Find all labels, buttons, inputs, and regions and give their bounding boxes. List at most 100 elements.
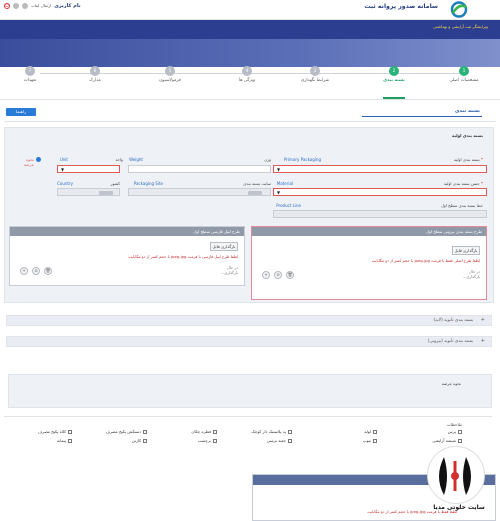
checkbox-label: کلاه پکیج مصرف bbox=[37, 429, 66, 434]
checkbox-label: پیمانه bbox=[56, 438, 66, 443]
step-label: ویژگی ها bbox=[238, 78, 256, 83]
checkbox[interactable] bbox=[458, 438, 462, 443]
upload-title: طرح لیبل فارسی سطح اول bbox=[10, 227, 244, 236]
weight-input[interactable] bbox=[128, 165, 271, 173]
checkbox-item[interactable]: لوله bbox=[364, 429, 377, 434]
step-storage[interactable]: 3 شرایط نگهداری bbox=[285, 66, 345, 83]
divider bbox=[4, 121, 496, 122]
checkbox[interactable] bbox=[68, 429, 72, 434]
step-documents[interactable]: 6 مدارک bbox=[65, 66, 125, 83]
checkbox[interactable] bbox=[373, 429, 377, 434]
checkbox-item[interactable]: جعبه تزئینی bbox=[267, 438, 292, 443]
product-line-label-fa: خط بسته بندی سطح اول bbox=[440, 203, 483, 208]
notification-icon[interactable] bbox=[13, 2, 19, 9]
checkbox-item[interactable]: پرس bbox=[448, 429, 462, 434]
checkbox-label: کارتن bbox=[131, 438, 141, 443]
checkbox[interactable] bbox=[373, 438, 377, 443]
checkbox[interactable] bbox=[143, 438, 147, 443]
checkbox[interactable] bbox=[213, 438, 217, 443]
secondary-packaging-section[interactable]: + بسته بندی ثانویه (لایه) bbox=[6, 315, 492, 326]
outer-packaging-section[interactable]: + بسته بندی ثانویه (بیرونی) bbox=[6, 336, 492, 347]
primary-packaging-panel: بسته بندی اولیه * بسته بندی اولیه Primar… bbox=[4, 127, 494, 303]
upload-file-button[interactable]: بارگذاری فایل bbox=[452, 246, 480, 255]
step-features[interactable]: 4 ویژگی ها bbox=[217, 66, 277, 83]
weight-label-en: Weight bbox=[129, 157, 143, 162]
upload-status: در حال بارگذاری... bbox=[220, 265, 238, 275]
sub-banner bbox=[0, 39, 500, 67]
packaging-site-label-en: Packaging Site bbox=[133, 181, 163, 186]
step-packaging[interactable]: 2 بسته بندی bbox=[364, 66, 424, 83]
block-icon[interactable]: ⊘ bbox=[274, 271, 282, 279]
expand-icon[interactable]: + bbox=[481, 317, 485, 323]
steps-divider bbox=[0, 99, 500, 100]
unit-select[interactable]: ▼ bbox=[57, 165, 120, 173]
checkbox-item[interactable]: تیوپ bbox=[363, 438, 377, 443]
block-icon[interactable]: ⊘ bbox=[32, 267, 40, 275]
checkbox[interactable] bbox=[458, 429, 462, 434]
country-field bbox=[57, 188, 120, 196]
packaging-site-label-fa: سایت بسته بندی bbox=[243, 181, 271, 186]
user-role: ارسال ایتات bbox=[31, 3, 52, 8]
step-number: 1 bbox=[459, 66, 469, 76]
checklist-title: ملاحظات bbox=[446, 422, 462, 427]
add-icon[interactable]: + bbox=[262, 271, 270, 279]
chevron-down-icon: ▼ bbox=[277, 190, 281, 195]
section-title: بسته بندی bbox=[454, 108, 480, 114]
checkbox[interactable] bbox=[288, 429, 292, 434]
checkbox-label: دستکش پکیج مصرف bbox=[105, 429, 141, 434]
checkbox-item[interactable]: شیشه آرایشی bbox=[432, 438, 462, 443]
step-commitments[interactable]: 7 تعهدات bbox=[0, 66, 60, 83]
delete-icon[interactable]: 🗑 bbox=[44, 267, 52, 275]
step-formulation[interactable]: 5 فرمولاسیون bbox=[140, 66, 200, 83]
checkbox-item[interactable]: پیمانه bbox=[57, 438, 72, 443]
step-main-info[interactable]: 1 مشخصات اصلی bbox=[434, 66, 494, 83]
user-name[interactable]: نام کاربری bbox=[54, 3, 80, 9]
radio-icon[interactable] bbox=[36, 157, 41, 162]
help-button[interactable]: راهنما bbox=[6, 108, 36, 116]
top-bar: سامانه صدور پروانه ثبت ⏻ ارسال ایتات نام… bbox=[0, 0, 500, 20]
upload-note: لطفا طرح اصلی فقط با فرمت jpeg-jpg با حج… bbox=[371, 258, 480, 263]
step-label: مدارک bbox=[89, 78, 101, 83]
material-select[interactable]: ▼ bbox=[273, 188, 487, 196]
description-box[interactable]: نحوه عرضه bbox=[8, 374, 492, 408]
checkbox-label: لوله bbox=[364, 429, 371, 434]
checkbox-item[interactable]: قطره چکان bbox=[191, 429, 217, 434]
checkbox[interactable] bbox=[213, 429, 217, 434]
expand-icon[interactable]: + bbox=[481, 338, 485, 344]
checkbox-label: پرس bbox=[447, 429, 456, 434]
product-line-label-en: Product Line bbox=[276, 203, 301, 208]
checkbox-item[interactable]: پد پلاستیک دار کوچک bbox=[251, 429, 292, 434]
add-icon[interactable]: + bbox=[20, 267, 28, 275]
user-icon[interactable] bbox=[22, 2, 28, 9]
checkbox[interactable] bbox=[288, 438, 292, 443]
redacted-value bbox=[99, 191, 113, 195]
section-title-underline bbox=[362, 116, 482, 117]
step-label: شرایط نگهداری bbox=[300, 78, 330, 83]
step-number: 7 bbox=[25, 66, 35, 76]
checkbox-item[interactable]: کلاه پکیج مصرف bbox=[38, 429, 72, 434]
upload-title: طرح بسته بندی بیرونی سطح اول bbox=[252, 227, 486, 236]
outer-design-upload: طرح بسته بندی بیرونی سطح اول بارگذاری فا… bbox=[251, 226, 487, 300]
primary-packaging-select[interactable]: ▼ bbox=[273, 165, 487, 173]
checkbox-item[interactable]: دستکش پکیج مصرف bbox=[106, 429, 147, 434]
checkbox[interactable] bbox=[68, 438, 72, 443]
checkbox-item[interactable]: کارتن bbox=[132, 438, 147, 443]
upload-file-button[interactable]: بارگذاری فایل bbox=[210, 242, 238, 251]
checkbox-label: تیوپ bbox=[362, 438, 371, 443]
delete-icon[interactable]: 🗑 bbox=[286, 271, 294, 279]
user-area: ⏻ ارسال ایتات نام کاربری bbox=[4, 1, 81, 10]
step-label: بسته بندی bbox=[383, 78, 405, 83]
power-icon[interactable]: ⏻ bbox=[4, 2, 10, 9]
redacted-value bbox=[248, 191, 262, 195]
description-label: نحوه عرضه bbox=[441, 381, 461, 386]
logo-icon bbox=[450, 1, 468, 18]
checkbox-label: شیشه آرایشی bbox=[432, 438, 456, 443]
unit-label-en: Unit bbox=[59, 157, 68, 162]
material-label-fa: جنس بسته بندی اولیه bbox=[443, 181, 480, 186]
checkbox-label: قطره چکان bbox=[191, 429, 211, 434]
checkbox-item[interactable]: برچسب bbox=[198, 438, 217, 443]
checkbox[interactable] bbox=[143, 429, 147, 434]
unit-label-fa: واحد bbox=[115, 157, 123, 162]
package-type-radio[interactable]: نحوه عرضه bbox=[20, 157, 41, 167]
primary-packaging-label: * بسته بندی اولیه bbox=[453, 157, 483, 162]
